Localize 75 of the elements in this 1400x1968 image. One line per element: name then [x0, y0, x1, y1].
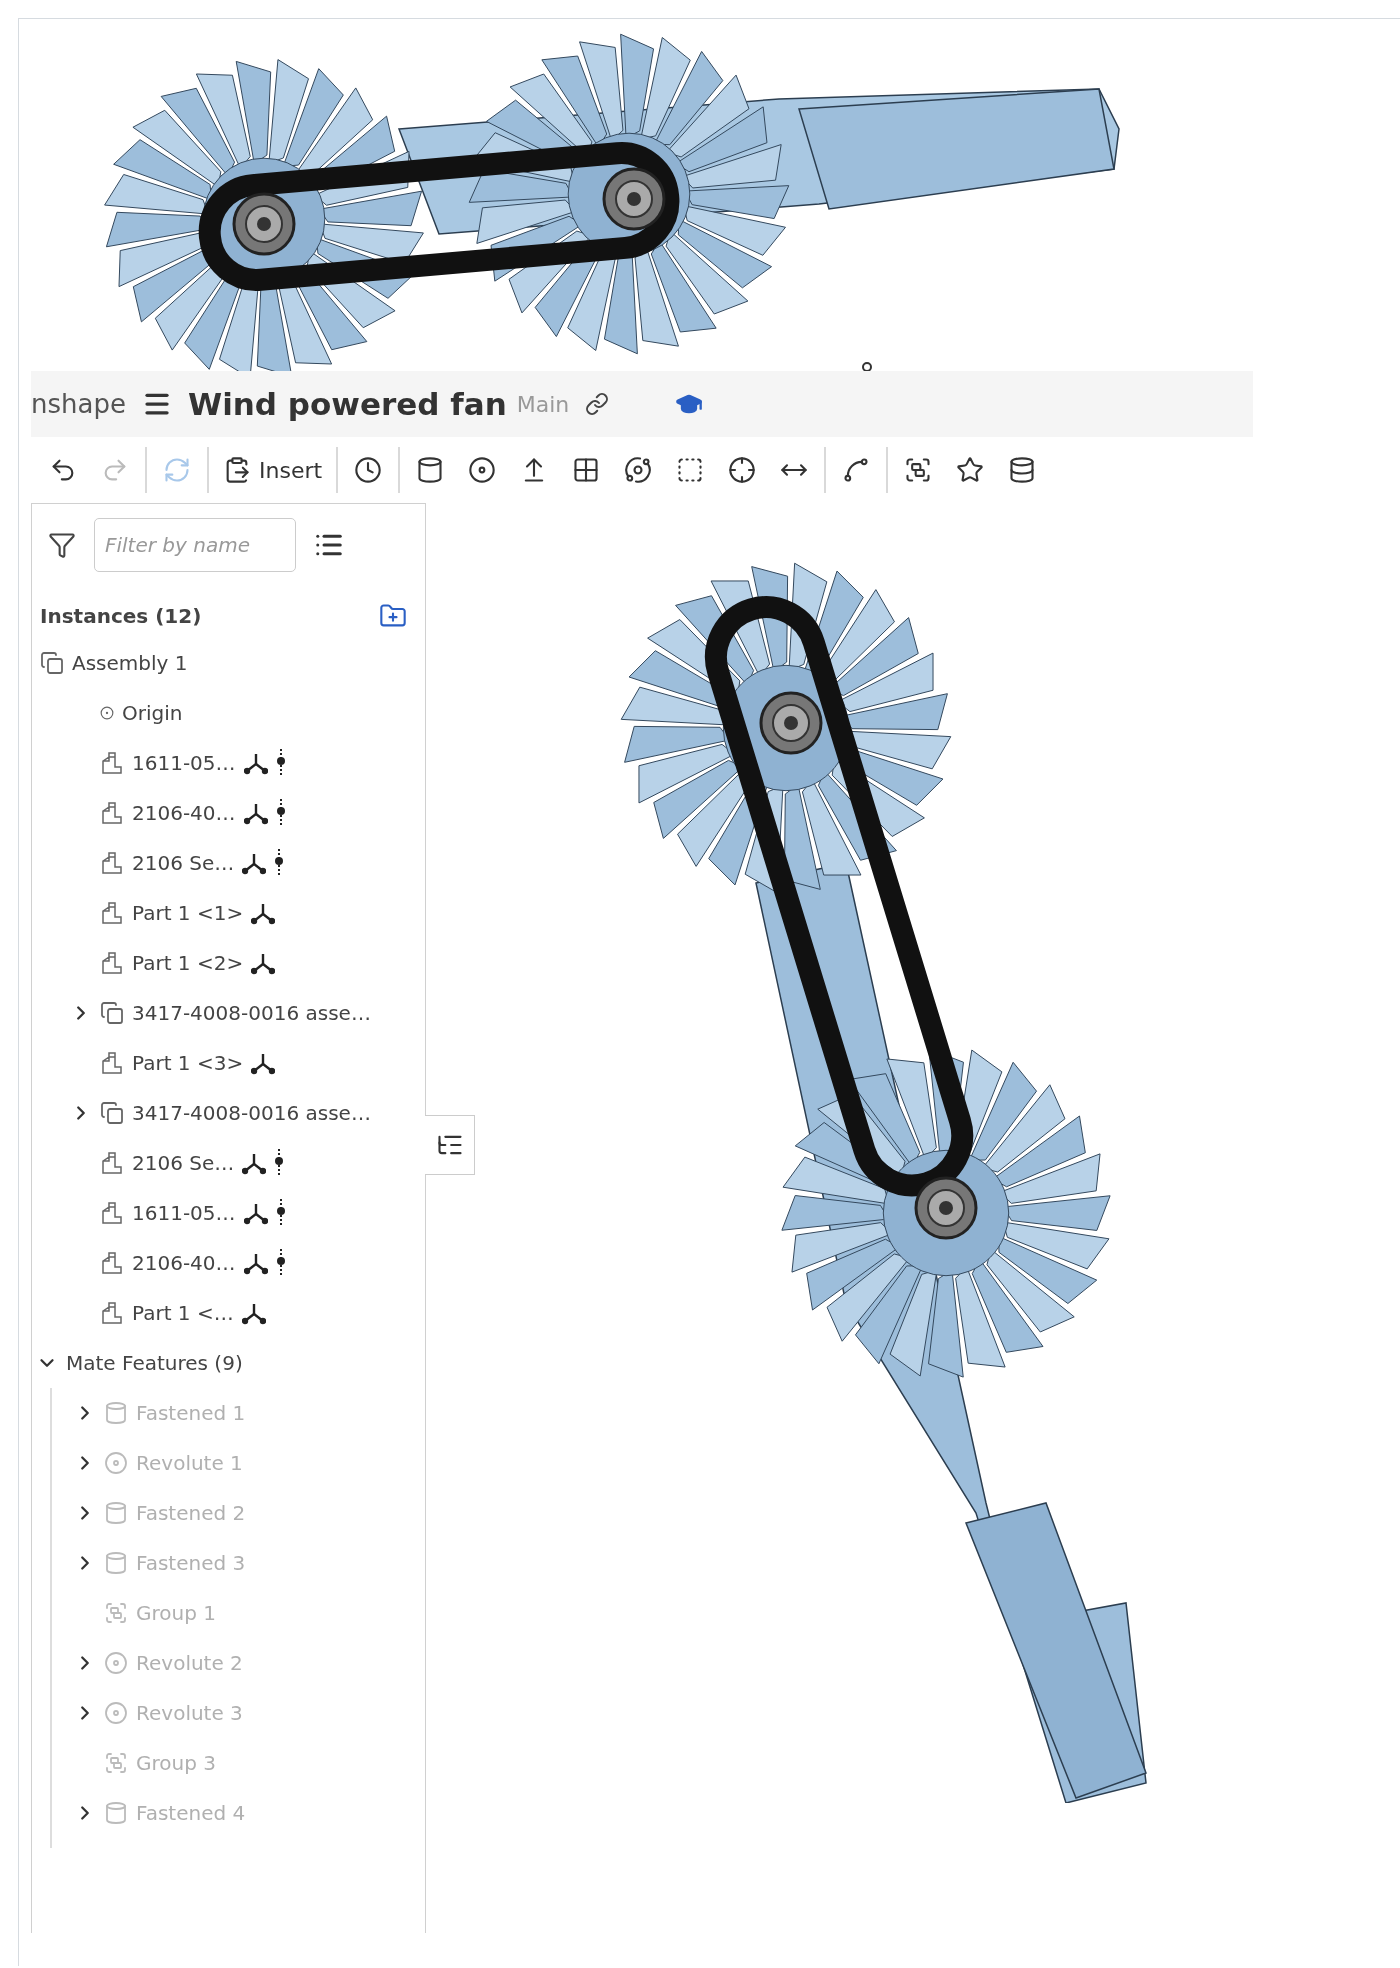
tree-item[interactable]: Part 1 <2>: [32, 938, 425, 988]
dotted-line-icon: [274, 1148, 285, 1178]
part-icon: [100, 1051, 124, 1075]
tripod-icon: [241, 1301, 266, 1325]
filter-field[interactable]: Filter by name: [94, 518, 296, 572]
origin-icon: [100, 706, 114, 720]
group-icon: [904, 456, 933, 484]
disc-icon: [104, 1451, 128, 1475]
part-icon: [100, 1301, 124, 1325]
tripod-icon: [251, 1051, 276, 1075]
crosshair-icon: [728, 456, 757, 484]
origin-point-icon: [862, 362, 872, 371]
tree-item[interactable]: Mate Features (9): [32, 1338, 425, 1388]
dotted-line-icon: [275, 1198, 286, 1228]
assembly-icon: [40, 651, 64, 675]
refresh-icon: [163, 456, 191, 484]
orbit-icon: [624, 456, 653, 484]
tree-item[interactable]: 1611-05…: [32, 1188, 425, 1238]
clock-icon: [354, 456, 383, 484]
tree-item[interactable]: Part 1 <3>: [32, 1038, 425, 1088]
tree-item[interactable]: 3417-4008-0016 asse…: [32, 988, 425, 1038]
tree-item[interactable]: Part 1 <1>: [32, 888, 425, 938]
branch-label: Main: [516, 391, 570, 417]
database-icon: [1008, 456, 1037, 484]
part-icon: [100, 851, 124, 875]
tripod-icon: [243, 751, 268, 775]
tripod-icon: [243, 801, 268, 825]
dotted-line-icon: [275, 1248, 286, 1278]
dashed-box-icon: [676, 456, 705, 484]
tree-item[interactable]: 2106-40…: [32, 1238, 425, 1288]
insert-button[interactable]: Insert: [217, 446, 329, 494]
document-title: Wind powered fan: [187, 386, 507, 422]
part-icon: [100, 951, 124, 975]
tree-item[interactable]: 2106 Se…: [32, 838, 425, 888]
cylinder-icon: [104, 1551, 128, 1575]
tree-item[interactable]: 2106-40…: [32, 788, 425, 838]
link-icon[interactable]: [585, 392, 610, 416]
assembly-icon: [100, 1101, 124, 1125]
filter-icon[interactable]: [48, 531, 76, 559]
cylinder-icon: [416, 456, 445, 484]
disc-icon: [104, 1651, 128, 1675]
tree-item[interactable]: 1611-05…: [32, 738, 425, 788]
cylinder-icon: [104, 1401, 128, 1425]
assembly-icon: [100, 1001, 124, 1025]
part-icon: [100, 1201, 124, 1225]
part-icon: [100, 1251, 124, 1275]
cylinder-icon: [104, 1801, 128, 1825]
group-icon: [104, 1601, 128, 1625]
dotted-line-icon: [275, 798, 286, 828]
star-icon: [956, 456, 985, 484]
tripod-icon: [243, 1201, 268, 1225]
tripod-icon: [242, 1151, 267, 1175]
grid-icon: [572, 456, 601, 484]
tree-item[interactable]: 2106 Se…: [32, 1138, 425, 1188]
tree-item[interactable]: 3417-4008-0016 asse…: [32, 1088, 425, 1138]
tree-item[interactable]: Origin: [32, 688, 425, 738]
disc-icon: [104, 1701, 128, 1725]
part-icon: [100, 751, 124, 775]
tree-item[interactable]: Assembly 1: [32, 638, 425, 688]
app-logo-text[interactable]: nshape: [31, 389, 126, 419]
list-toggle-button[interactable]: [425, 1115, 475, 1175]
tripod-icon: [251, 901, 276, 925]
tripod-icon: [243, 1251, 268, 1275]
tree-item[interactable]: Part 1 <…: [32, 1288, 425, 1338]
tripod-icon: [242, 851, 267, 875]
part-icon: [100, 1151, 124, 1175]
group-icon: [104, 1751, 128, 1775]
part-icon: [100, 801, 124, 825]
dotted-line-icon: [275, 748, 286, 778]
part-icon: [100, 901, 124, 925]
disc-icon: [468, 456, 497, 484]
tripod-icon: [251, 951, 276, 975]
dotted-line-icon: [274, 848, 285, 878]
instances-heading: Instances (12): [40, 604, 202, 628]
cylinder-icon: [104, 1501, 128, 1525]
